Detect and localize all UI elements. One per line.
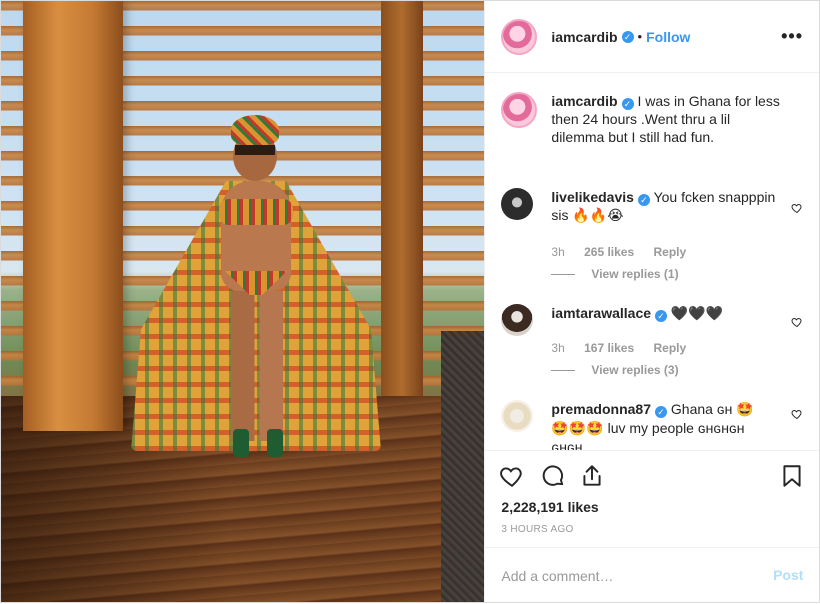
- comment-text: Ghana ɢʜ: [670, 401, 733, 417]
- comment-like-heart-icon[interactable]: [791, 316, 803, 328]
- post-comment-button[interactable]: Post: [773, 567, 803, 583]
- author-avatar[interactable]: [501, 18, 538, 55]
- post-timestamp[interactable]: 3 HOURS AGO: [501, 524, 573, 535]
- comment-bubble-icon[interactable]: [540, 463, 566, 489]
- figure-shoe-right: [267, 429, 283, 457]
- verified-badge-icon: ✓: [655, 310, 668, 322]
- comment-text-line2: luv my people ɢʜɢʜɢʜ: [607, 420, 745, 436]
- follow-button[interactable]: Follow: [646, 29, 690, 45]
- comment-likes[interactable]: 167 likes: [584, 341, 634, 355]
- photo-beam-left: [23, 1, 123, 431]
- more-options-icon[interactable]: •••: [781, 27, 803, 45]
- post-photo[interactable]: [1, 1, 485, 602]
- comment-body: iamtarawallace ✓ 🖤🖤🖤: [551, 304, 785, 323]
- comment-reply-button[interactable]: Reply: [654, 341, 687, 355]
- figure-shoe-left: [233, 429, 249, 457]
- comment-reply-button[interactable]: Reply: [654, 245, 687, 259]
- header-separator: •: [637, 29, 643, 44]
- comments-list[interactable]: iamcardib ✓ I was in Ghana for less then …: [485, 74, 819, 450]
- comment-body: livelikedavis ✓ You fcken snapppin sis 🔥🔥…: [551, 188, 785, 225]
- comment-text-line3: ɢʜɢʜ: [551, 439, 583, 450]
- caption-avatar[interactable]: [501, 92, 538, 128]
- figure-top: [219, 199, 293, 225]
- likes-count[interactable]: 2,228,191 likes: [501, 499, 598, 515]
- comment-like-heart-icon[interactable]: [791, 408, 803, 420]
- comment-emojis: 🖤🖤🖤: [670, 306, 724, 322]
- like-heart-icon[interactable]: [499, 463, 525, 489]
- comment-emojis: 🤩: [736, 402, 754, 418]
- photo-figure: [121, 111, 391, 471]
- post-actions: 2,228,191 likes 3 HOURS AGO Post: [485, 450, 820, 604]
- comment-likes[interactable]: 265 likes: [584, 245, 634, 259]
- share-icon[interactable]: [579, 463, 605, 489]
- figure-glasses: [235, 145, 275, 155]
- comment-time: 3h: [551, 341, 565, 355]
- comment-like-heart-icon[interactable]: [791, 202, 803, 214]
- author-username[interactable]: iamcardib: [551, 29, 617, 45]
- comment-username[interactable]: iamtarawallace: [551, 305, 651, 321]
- post-modal: iamcardib ✓ • Follow ••• iamcardib ✓ I wa…: [0, 0, 820, 603]
- comment-item: livelikedavis ✓ You fcken snapppin sis 🔥🔥…: [501, 188, 803, 288]
- comment-meta: 3h 265 likes Reply: [551, 245, 702, 259]
- comment-item: premadonna87 ✓ Ghana ɢʜ 🤩 🤩🤩🤩 luv my peop…: [501, 400, 803, 450]
- figure-legs: [231, 291, 283, 441]
- verified-badge-icon: ✓: [637, 194, 650, 206]
- comment-avatar[interactable]: [501, 400, 534, 432]
- photo-chair: [441, 331, 485, 602]
- view-replies-button[interactable]: View replies (1): [551, 267, 679, 281]
- add-comment-bar: Post: [485, 547, 820, 604]
- comment-item: iamtarawallace ✓ 🖤🖤🖤 3h 167 likes Reply V…: [501, 304, 803, 384]
- post-header: iamcardib ✓ • Follow •••: [485, 1, 819, 73]
- replies-divider: [551, 370, 576, 372]
- view-replies-label: View replies (1): [591, 267, 679, 281]
- comment-time: 3h: [551, 245, 565, 259]
- comment-emojis-line2: 🤩🤩🤩: [551, 421, 604, 437]
- comment-username[interactable]: livelikedavis: [551, 189, 634, 205]
- author-line: iamcardib ✓ • Follow: [551, 29, 690, 45]
- comment-avatar[interactable]: [501, 188, 534, 220]
- view-replies-button[interactable]: View replies (3): [551, 363, 679, 377]
- figure-headwrap: [231, 115, 279, 145]
- caption-body: iamcardib ✓ I was in Ghana for less then …: [551, 92, 785, 146]
- verified-badge-icon: ✓: [621, 30, 634, 43]
- comment-body: premadonna87 ✓ Ghana ɢʜ 🤩 🤩🤩🤩 luv my peop…: [551, 400, 785, 450]
- save-bookmark-icon[interactable]: [779, 463, 805, 489]
- view-replies-label: View replies (3): [591, 363, 679, 377]
- comment-meta: 3h 167 likes Reply: [551, 341, 702, 355]
- post-sidebar: iamcardib ✓ • Follow ••• iamcardib ✓ I wa…: [484, 1, 820, 604]
- add-comment-input[interactable]: [501, 566, 752, 586]
- verified-badge-icon: ✓: [655, 406, 667, 418]
- verified-badge-icon: ✓: [621, 98, 634, 110]
- replies-divider: [551, 274, 576, 276]
- comment-avatar[interactable]: [501, 304, 534, 336]
- caption: iamcardib ✓ I was in Ghana for less then …: [501, 92, 803, 172]
- comment-emojis: 🔥🔥😭: [572, 208, 624, 224]
- comment-username[interactable]: premadonna87: [551, 401, 651, 417]
- caption-username[interactable]: iamcardib: [551, 93, 617, 109]
